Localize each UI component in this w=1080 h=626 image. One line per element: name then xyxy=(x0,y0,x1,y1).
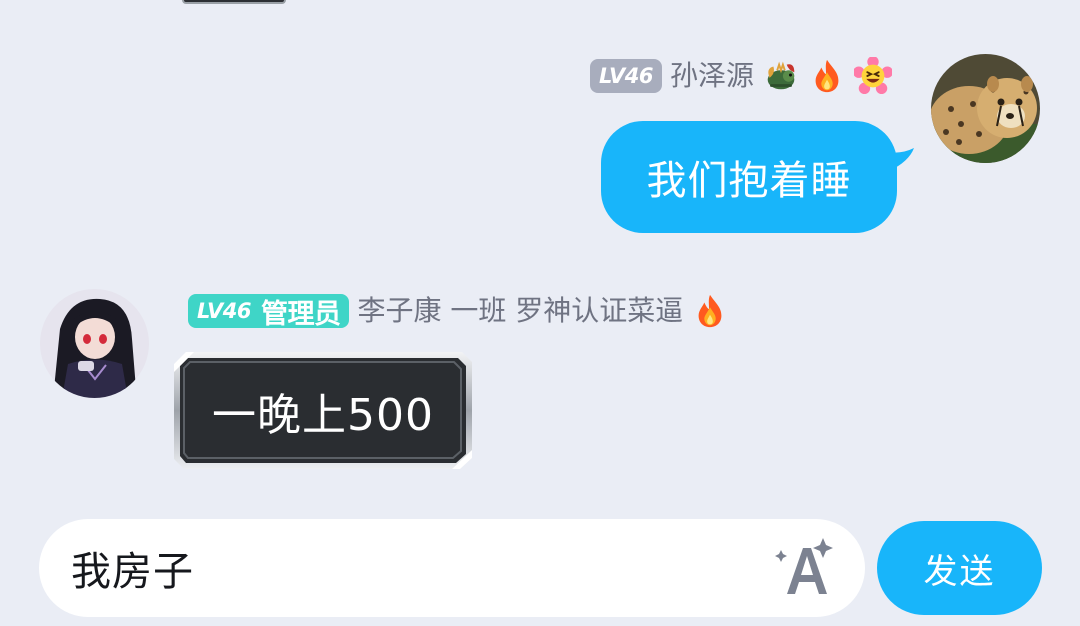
cheetah-avatar[interactable] xyxy=(931,54,1040,163)
message-bubble[interactable]: 一晚上500 xyxy=(172,350,474,471)
sender-nickname[interactable]: 李子康 一班 罗神认证菜逼 xyxy=(357,291,683,331)
dragon-icon xyxy=(767,61,795,90)
sender-nickname[interactable]: 孙泽源 xyxy=(670,56,754,96)
message-input-value[interactable]: 我房子 xyxy=(71,519,194,617)
message-bubble[interactable]: 我们抱着睡 xyxy=(601,121,897,233)
fire-icon xyxy=(815,59,839,93)
message-input[interactable]: 我房子 xyxy=(39,519,865,617)
message-text: 我们抱着睡 xyxy=(646,158,852,204)
level-badge: LV46 管理员 xyxy=(188,294,350,330)
message-text: 一晚上500 xyxy=(212,389,434,441)
fire-icon xyxy=(698,294,722,328)
previous-message-bubble-edge xyxy=(182,0,286,4)
anime-girl-avatar[interactable] xyxy=(40,289,149,398)
level-badge: LV46 xyxy=(590,59,662,93)
admin-role-label: 管理员 xyxy=(260,298,341,330)
sender-info: LV46 管理员 李子康 一班 罗神认证菜逼 xyxy=(188,290,729,332)
font-style-sparkle-icon[interactable] xyxy=(773,534,839,600)
grin-flower-icon xyxy=(854,57,892,95)
level-text: LV46 xyxy=(197,299,251,323)
sender-info: LV46 孙泽源 xyxy=(590,56,892,96)
send-button[interactable]: 发送 xyxy=(877,521,1042,615)
